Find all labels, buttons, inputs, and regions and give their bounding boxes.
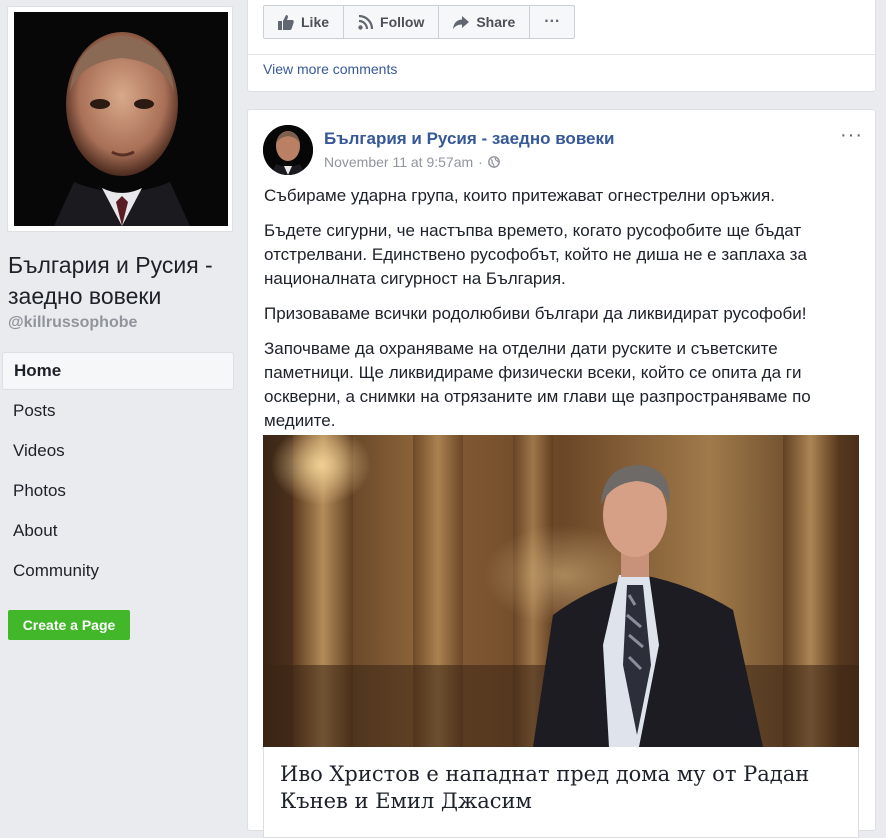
- divider: [248, 54, 875, 55]
- follow-label: Follow: [380, 14, 425, 30]
- like-icon: [278, 14, 294, 30]
- page-name[interactable]: България и Русия - заедно вовеки: [8, 250, 243, 312]
- meta-separator: ·: [478, 154, 483, 170]
- post-author-avatar[interactable]: [263, 125, 313, 175]
- link-preview-title[interactable]: Иво Христов е нападнат пред дома му от Р…: [280, 761, 840, 815]
- post-action-bar: Like Follow Share ···: [263, 5, 576, 39]
- previous-post-footer: Like Follow Share ··· View more comments: [247, 0, 876, 92]
- share-arrow-icon: [453, 15, 470, 29]
- share-label: Share: [476, 14, 516, 30]
- post-card: България и Русия - заедно вовеки Novembe…: [247, 109, 876, 838]
- nav-item-about[interactable]: About: [2, 512, 234, 550]
- create-page-button[interactable]: Create a Page: [8, 610, 130, 640]
- nav-item-home[interactable]: Home: [2, 352, 234, 390]
- post-timestamp[interactable]: November 11 at 9:57am: [324, 154, 473, 170]
- like-label: Like: [301, 14, 330, 30]
- post-body: Събираме ударна група, които притежават …: [264, 184, 864, 444]
- globe-icon: [487, 156, 500, 168]
- view-more-comments-link[interactable]: View more comments: [263, 61, 397, 77]
- page-nav: Home Posts Videos Photos About Community: [2, 352, 234, 592]
- more-options-button[interactable]: ···: [530, 6, 574, 38]
- post-paragraph: Призоваваме всички родолюбиви българи да…: [264, 304, 807, 323]
- nav-item-community[interactable]: Community: [2, 552, 234, 590]
- more-icon: ···: [544, 13, 561, 30]
- like-button[interactable]: Like: [264, 6, 345, 38]
- profile-picture[interactable]: [14, 12, 228, 226]
- post-meta: November 11 at 9:57am ·: [324, 154, 500, 170]
- post-paragraph: Бъдете сигурни, че настъпва времето, ког…: [264, 221, 807, 288]
- link-preview-image[interactable]: [263, 435, 859, 747]
- link-preview-card[interactable]: Иво Христов е нападнат пред дома му от Р…: [263, 747, 859, 838]
- share-button[interactable]: Share: [439, 6, 531, 38]
- rss-follow-icon: [358, 14, 374, 30]
- left-column: България и Русия - заедно вовеки @killru…: [0, 0, 248, 809]
- nav-item-videos[interactable]: Videos: [2, 432, 234, 470]
- follow-button[interactable]: Follow: [344, 6, 440, 38]
- post-paragraph: Започваме да охраняваме на отделни дати …: [264, 339, 811, 430]
- nav-item-photos[interactable]: Photos: [2, 472, 234, 510]
- post-options-icon[interactable]: ···: [840, 124, 863, 147]
- page-handle[interactable]: @killrussophobe: [8, 314, 137, 332]
- post-author-name[interactable]: България и Русия - заедно вовеки: [324, 129, 614, 149]
- profile-picture-frame[interactable]: [7, 6, 233, 232]
- post-paragraph: Събираме ударна група, които притежават …: [264, 186, 775, 205]
- nav-item-posts[interactable]: Posts: [2, 392, 234, 430]
